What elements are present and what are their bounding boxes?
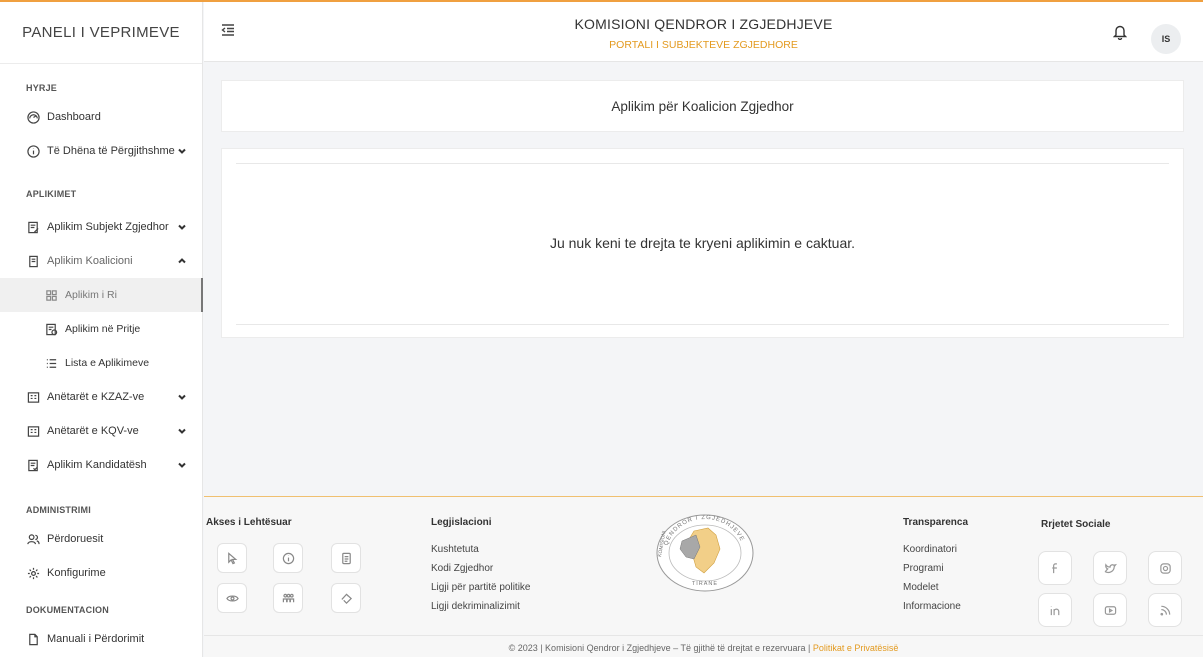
footer-transparency: Transparenca Koordinatori Programi Model… [903, 517, 968, 616]
gauge-icon [26, 110, 40, 124]
footer-link[interactable]: Kushtetuta [431, 540, 531, 559]
chevron-down-icon [178, 147, 186, 155]
id-card-icon[interactable] [331, 543, 361, 573]
page-title-card: Aplikim për Koalicion Zgjedhor [221, 80, 1184, 132]
document-check-icon [26, 458, 40, 472]
sidebar-item-aplikim-i-ri[interactable]: Aplikim i Ri [0, 278, 203, 312]
gear-icon [26, 566, 40, 580]
chevron-down-icon [178, 223, 186, 231]
bell-icon[interactable] [1112, 24, 1128, 41]
instagram-icon[interactable] [1148, 551, 1182, 585]
permission-message: Ju nuk keni te drejta te kryeni aplikimi… [549, 235, 856, 251]
sidebar-item-aplikim-koalicioni[interactable]: Aplikim Koalicioni [0, 244, 202, 278]
document-clock-icon [44, 322, 58, 336]
sidebar-item-lista[interactable]: Lista e Aplikimeve [0, 346, 202, 380]
cursor-icon[interactable] [217, 543, 247, 573]
footer: Akses i Lehtësuar Legjislacioni Kushtetu… [204, 496, 1203, 657]
header-subtitle: PORTALI I SUBJEKTEVE ZGJEDHORE [609, 39, 798, 51]
footer-link[interactable]: Modelet [903, 578, 968, 597]
divider [236, 163, 1169, 164]
footer-link[interactable]: Ligji për partitë politike [431, 578, 531, 597]
privacy-policy-link[interactable]: Politikat e Privatësisë [813, 643, 899, 653]
top-header: KOMISIONI QENDROR I ZGJEDHJEVE PORTALI I… [204, 2, 1203, 62]
info-icon[interactable] [273, 543, 303, 573]
section-hyrje: HYRJE [26, 83, 58, 93]
info-icon [26, 144, 40, 158]
sidebar: PANELI I VEPRIMEVE HYRJE Dashboard Të Dh… [0, 2, 203, 657]
sidebar-item-konfigurime[interactable]: Konfigurime [0, 556, 202, 590]
section-administrimi: ADMINISTRIMI [26, 505, 91, 515]
message-card: Ju nuk keni te drejta te kryeni aplikimi… [221, 148, 1184, 338]
sidebar-item-aplikim-subjekt[interactable]: Aplikim Subjekt Zgjedhor [0, 210, 202, 244]
footer-social: Rrjetet Sociale [1041, 519, 1111, 530]
footer-legislation: Legjislacioni Kushtetuta Kodi Zgjedhor L… [431, 517, 531, 616]
documents-icon [26, 254, 40, 268]
chevron-down-icon [178, 393, 186, 401]
list-icon [44, 356, 58, 370]
brand-title: PANELI I VEPRIMEVE [0, 2, 202, 64]
section-aplikimet: APLIKIMET [26, 189, 77, 199]
hand-icon[interactable] [331, 583, 361, 613]
kqz-seal-logo: QENDROR I ZGJEDHJEVE KOMISIONI TIRANE [656, 514, 754, 592]
footer-link[interactable]: Programi [903, 559, 968, 578]
people-group-icon[interactable] [273, 583, 303, 613]
chevron-up-icon [178, 257, 186, 265]
rss-icon[interactable] [1148, 593, 1182, 627]
sidebar-item-kqv[interactable]: Anëtarët e KQV-ve [0, 414, 202, 448]
footer-divider [204, 635, 1203, 636]
header-title: KOMISIONI QENDROR I ZGJEDHJEVE [574, 16, 833, 32]
chevron-down-icon [178, 461, 186, 469]
youtube-icon[interactable] [1093, 593, 1127, 627]
sidebar-item-kzaz[interactable]: Anëtarët e KZAZ-ve [0, 380, 202, 414]
document-edit-icon [26, 220, 40, 234]
page-title: Aplikim për Koalicion Zgjedhor [611, 98, 794, 114]
linkedin-icon[interactable] [1038, 593, 1072, 627]
building-icon [26, 390, 40, 404]
sidebar-item-manuali[interactable]: Manuali i Përdorimit [0, 622, 202, 656]
sidebar-item-perdoruesit[interactable]: Përdoruesit [0, 522, 202, 556]
sidebar-item-kandidatesh[interactable]: Aplikim Kandidatësh [0, 448, 202, 482]
footer-link[interactable]: Ligji dekriminalizimit [431, 597, 531, 616]
sidebar-item-dashboard[interactable]: Dashboard [0, 100, 202, 134]
divider [236, 324, 1169, 325]
user-avatar[interactable]: IS [1151, 24, 1181, 54]
file-icon [26, 632, 40, 646]
footer-link[interactable]: Kodi Zgjedhor [431, 559, 531, 578]
facebook-icon[interactable] [1038, 551, 1072, 585]
twitter-icon[interactable] [1093, 551, 1127, 585]
footer-accessibility: Akses i Lehtësuar [206, 517, 292, 528]
footer-link[interactable]: Koordinatori [903, 540, 968, 559]
copyright-text: © 2023 | Komisioni Qendror i Zgjedhjeve … [508, 643, 899, 653]
grid-icon [44, 288, 58, 302]
section-dokumentacion: DOKUMENTACION [26, 605, 109, 615]
building-icon [26, 424, 40, 438]
sidebar-item-aplikim-pritje[interactable]: Aplikim në Pritje [0, 312, 202, 346]
chevron-down-icon [178, 427, 186, 435]
sidebar-item-te-dhena[interactable]: Të Dhëna të Përgjithshme [0, 134, 202, 168]
eye-icon[interactable] [217, 583, 247, 613]
footer-link[interactable]: Informacione [903, 597, 968, 616]
users-icon [26, 532, 40, 546]
svg-text:TIRANE: TIRANE [692, 581, 718, 587]
